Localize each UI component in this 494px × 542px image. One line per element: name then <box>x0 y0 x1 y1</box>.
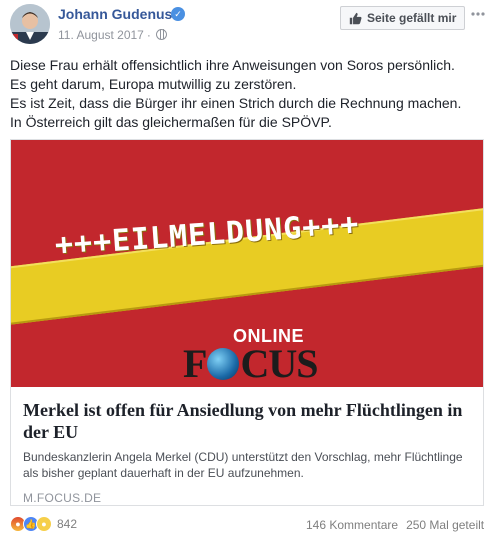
link-preview-card[interactable]: +++EILMELDUNG+++ ONLINE F CUS Merkel ist … <box>10 139 484 506</box>
meta-separator: · <box>146 28 151 42</box>
logo-letter-f: F <box>183 341 207 386</box>
link-title[interactable]: Merkel ist offen für Ansiedlung von mehr… <box>23 399 471 443</box>
thumbs-up-icon <box>349 12 362 24</box>
link-domain: M.FOCUS.DE <box>23 491 102 505</box>
post-text-line: Es ist Zeit, dass die Bürger ihr einen S… <box>10 95 462 111</box>
post-text: Diese Frau erhält offensichtlich ihre An… <box>10 56 486 132</box>
post-date[interactable]: 11. August 2017 <box>58 28 144 42</box>
post-text-line: Diese Frau erhält offensichtlich ihre An… <box>10 57 455 73</box>
link-preview-body[interactable]: Merkel ist offen für Ansiedlung von mehr… <box>11 387 483 505</box>
like-page-label: Seite gefällt mir <box>367 11 457 25</box>
focus-logo: F CUS <box>183 340 318 387</box>
shares-count[interactable]: 250 Mal geteilt <box>406 518 484 532</box>
comments-count[interactable]: 146 Kommentare <box>306 518 398 532</box>
more-options-icon[interactable] <box>470 8 486 20</box>
post-text-line: In Österreich gilt das gleichermaßen für… <box>10 114 332 130</box>
like-page-button[interactable]: Seite gefällt mir <box>340 6 466 30</box>
globe-icon[interactable] <box>155 29 167 40</box>
post-meta: 11. August 2017 · <box>58 28 167 42</box>
engagement-stats: 146 Kommentare 250 Mal geteilt <box>306 518 484 532</box>
reactions-summary[interactable]: ● 👍 ● 842 <box>10 516 77 532</box>
link-description: Bundeskanzlerin Angela Merkel (CDU) unte… <box>23 450 463 480</box>
post-text-line: Es geht darum, Europa mutwillig zu zerst… <box>10 76 297 92</box>
verified-badge-icon: ✓ <box>171 7 185 21</box>
facebook-post: Johann Gudenus ✓ 11. August 2017 · Seite … <box>0 0 494 542</box>
logo-letters-cus: CUS <box>240 341 318 386</box>
author-name[interactable]: Johann Gudenus <box>58 6 172 22</box>
globe-logo-icon <box>207 348 240 380</box>
link-preview-image[interactable]: +++EILMELDUNG+++ ONLINE F CUS <box>11 140 483 387</box>
sad-icon: ● <box>36 516 52 532</box>
reaction-count[interactable]: 842 <box>57 517 77 531</box>
author-avatar[interactable] <box>10 4 50 44</box>
